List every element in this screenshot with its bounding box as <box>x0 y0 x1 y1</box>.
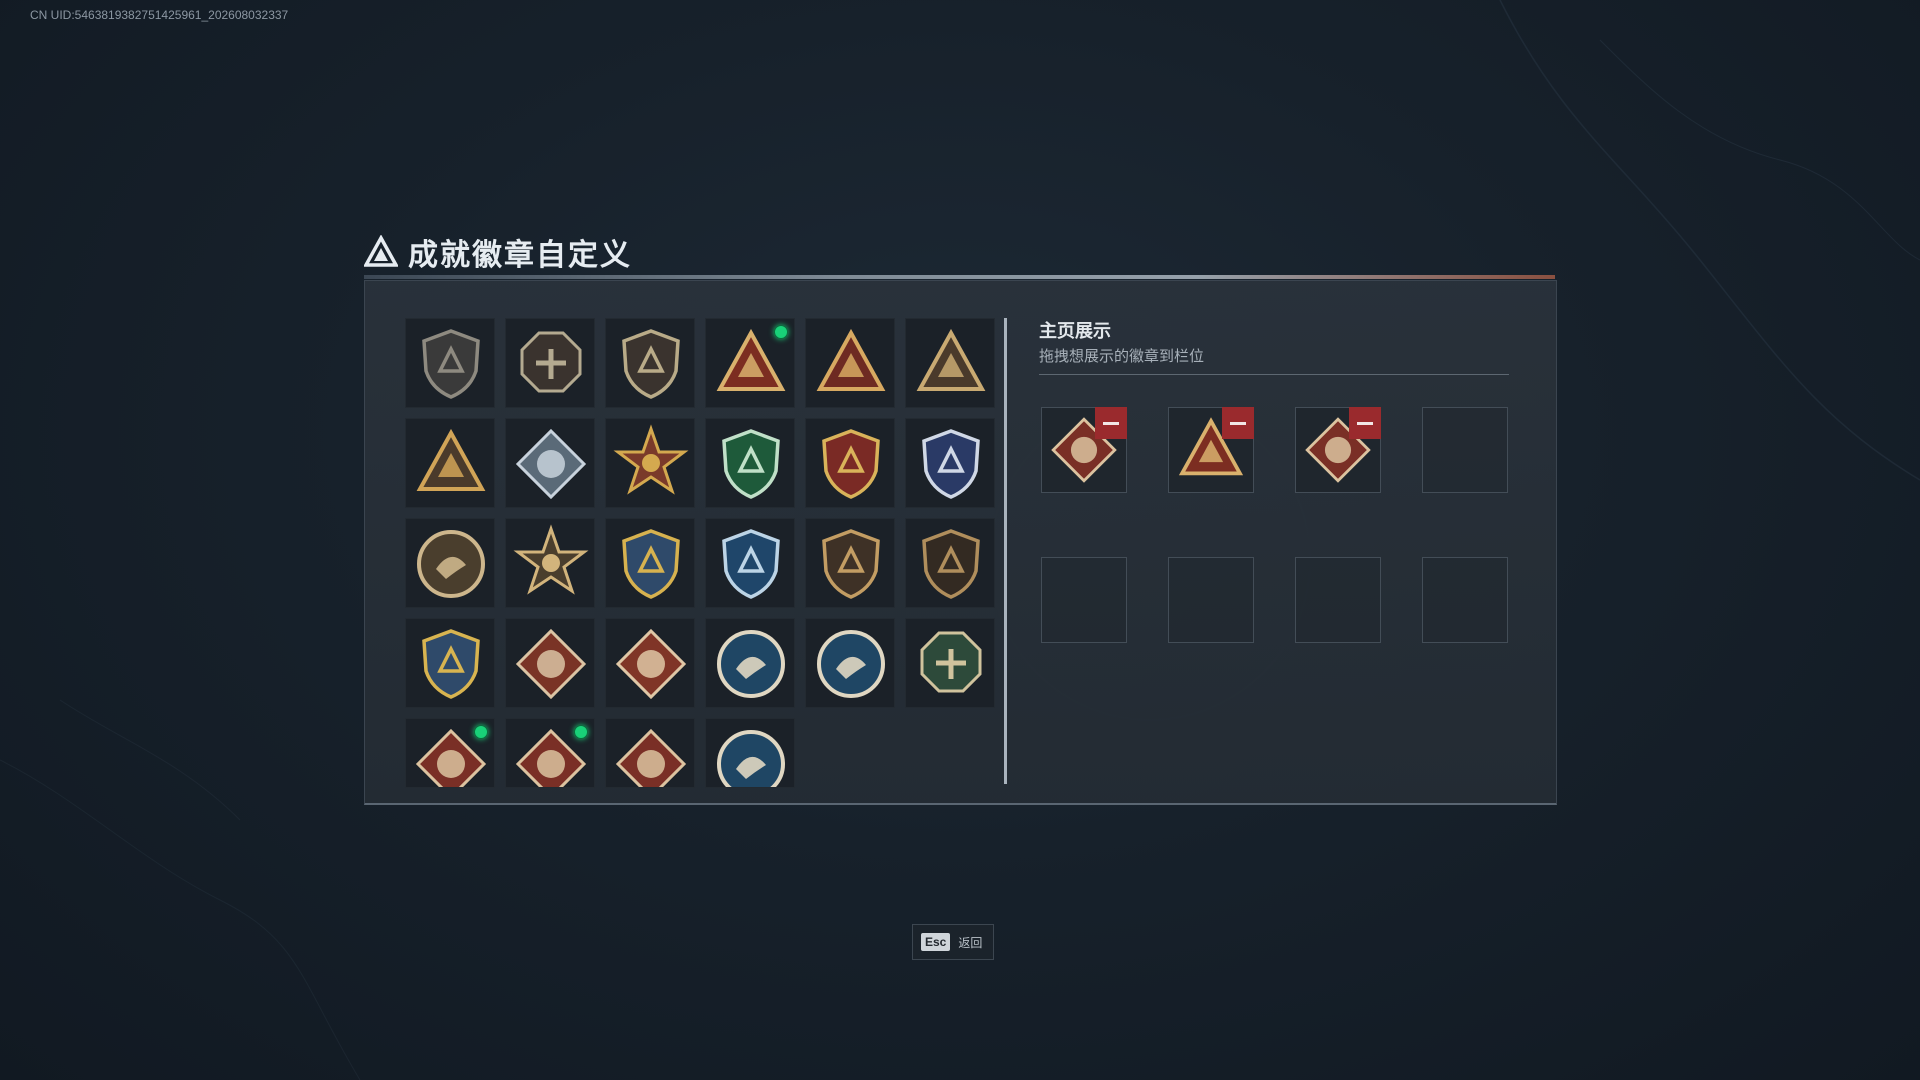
badge-cell[interactable] <box>405 318 495 408</box>
badge-cell[interactable] <box>705 318 795 408</box>
blue-crosshair-crest-icon <box>722 529 780 599</box>
badge-cell[interactable] <box>805 618 895 708</box>
triangle-shield-icon <box>422 329 480 399</box>
remove-badge-button[interactable] <box>1349 407 1381 439</box>
showcase-slot-empty[interactable] <box>1168 557 1254 643</box>
soldiers-triangle-icon <box>916 328 986 391</box>
helicopter-badge-icon <box>520 331 582 393</box>
showcase-slot-empty[interactable] <box>1295 557 1381 643</box>
badge-cell[interactable] <box>705 618 795 708</box>
delta-logo-icon <box>364 235 398 267</box>
badge-cell[interactable] <box>405 718 495 788</box>
red-gold-crest-icon <box>822 429 880 499</box>
arrowhead-shield-icon <box>622 329 680 399</box>
showcase-slot-empty[interactable] <box>1422 407 1508 493</box>
badge-cell[interactable] <box>505 718 595 788</box>
minus-icon <box>1230 421 1246 425</box>
badge-cell[interactable] <box>605 718 695 788</box>
badge-cell[interactable] <box>505 418 595 508</box>
bird-triangle-icon <box>416 428 486 491</box>
new-indicator-dot <box>474 725 488 739</box>
wolf-diamond-red-icon <box>615 628 687 700</box>
badge-cell[interactable] <box>905 618 995 708</box>
remove-badge-button[interactable] <box>1222 407 1254 439</box>
badge-cell[interactable] <box>505 318 595 408</box>
eagle-coin-icon <box>717 630 785 698</box>
wolf-diamond-icon <box>515 628 587 700</box>
badge-cell[interactable] <box>605 418 695 508</box>
green-shield-icon <box>722 429 780 499</box>
star-medal-icon <box>613 424 689 495</box>
rifle-shield-dark-icon <box>922 529 980 599</box>
showcase-slot-empty[interactable] <box>1422 557 1508 643</box>
blue-silver-crest-icon <box>922 429 980 499</box>
showcase-title: 主页展示 <box>1039 321 1111 342</box>
badge-cell[interactable] <box>805 318 895 408</box>
back-button[interactable]: Esc 返回 <box>912 924 994 960</box>
rifle-shield-icon <box>822 529 880 599</box>
gold-crossed-crest-icon <box>622 529 680 599</box>
badge-cell[interactable] <box>805 418 895 508</box>
badge-cell[interactable] <box>405 418 495 508</box>
badge-cell[interactable] <box>405 518 495 608</box>
wolf-coin-icon <box>717 730 785 787</box>
page-title: 成就徽章自定义 <box>408 238 632 273</box>
badge-cell[interactable] <box>505 618 595 708</box>
showcase-slot-filled[interactable] <box>1168 407 1254 493</box>
badge-customize-panel: 主页展示 拖拽想展示的徽章到栏位 <box>364 280 1557 805</box>
sniper-crest-icon <box>422 629 480 699</box>
new-indicator-dot <box>574 725 588 739</box>
badge-cell[interactable] <box>705 418 795 508</box>
runner-diamond-icon <box>615 728 687 787</box>
number-one-triangle-icon <box>816 328 886 391</box>
back-label: 返回 <box>958 935 983 950</box>
badge-cell[interactable] <box>605 618 695 708</box>
new-indicator-dot <box>774 325 788 339</box>
showcase-slots <box>1041 407 1508 643</box>
badge-cell[interactable] <box>705 518 795 608</box>
sunburst-eye-icon <box>513 524 589 595</box>
panel-divider-scrollbar[interactable] <box>1004 318 1007 784</box>
silver-diamond-icon <box>515 428 587 500</box>
remove-badge-button[interactable] <box>1095 407 1127 439</box>
showcase-divider <box>1039 374 1509 375</box>
showcase-slot-filled[interactable] <box>1041 407 1127 493</box>
showcase-slot-empty[interactable] <box>1041 557 1127 643</box>
badge-cell[interactable] <box>705 718 795 788</box>
minus-icon <box>1103 421 1119 425</box>
showcase-subtitle: 拖拽想展示的徽章到栏位 <box>1039 347 1205 365</box>
badge-cell[interactable] <box>605 518 695 608</box>
uid-text: CN UID:5463819382751425961_202608032337 <box>30 8 289 22</box>
showcase-slot-filled[interactable] <box>1295 407 1381 493</box>
badge-cell[interactable] <box>905 318 995 408</box>
badge-grid <box>405 318 995 788</box>
flower-coin-icon <box>417 530 485 598</box>
esc-key-hint: Esc <box>921 933 951 951</box>
dragon-green-hex-icon <box>920 631 982 693</box>
minus-icon <box>1357 421 1373 425</box>
eagle-coin-alt-icon <box>817 630 885 698</box>
badge-cell[interactable] <box>405 618 495 708</box>
title-divider <box>364 275 1555 279</box>
badge-cell[interactable] <box>605 318 695 408</box>
badge-cell[interactable] <box>505 518 595 608</box>
badge-cell[interactable] <box>905 518 995 608</box>
badge-cell[interactable] <box>805 518 895 608</box>
page-header: 成就徽章自定义 <box>364 230 632 274</box>
badge-cell[interactable] <box>905 418 995 508</box>
